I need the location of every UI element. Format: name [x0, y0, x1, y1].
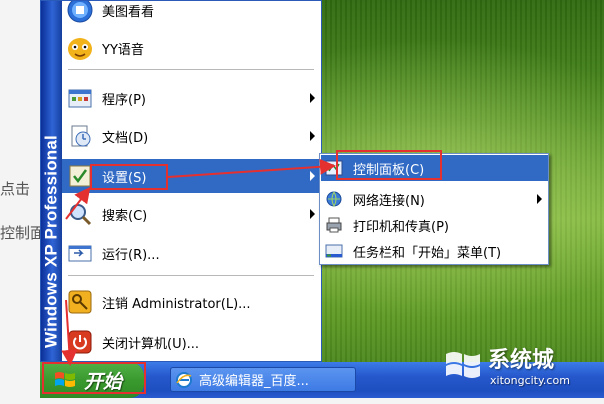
meitu-viewer-icon	[67, 1, 93, 23]
menu-item-programs[interactable]: 程序(P)	[62, 81, 321, 115]
printers-faxes-icon	[326, 217, 342, 233]
watermark-url: xitongcity.com	[490, 374, 570, 387]
menu-item-label: 文档(D)	[102, 130, 149, 146]
submenu-item-printers-faxes[interactable]: 打印机和传真(P)	[321, 212, 548, 238]
menu-item-documents[interactable]: 文档(D)	[62, 119, 321, 153]
side-banner-text: Windows XP Professional	[41, 135, 61, 348]
submenu-arrow-icon	[537, 194, 542, 204]
watermark-title: 系统城	[488, 348, 555, 373]
yy-voice-icon	[68, 38, 92, 60]
submenu-arrow-icon	[310, 209, 315, 219]
programs-icon	[68, 89, 92, 108]
logoff-icon	[68, 290, 92, 314]
internet-explorer-icon	[176, 371, 192, 388]
menu-item-search[interactable]: 搜索(C)	[62, 197, 321, 231]
menu-item-label: 注销 Administrator(L)...	[102, 296, 251, 312]
shutdown-icon	[68, 330, 92, 354]
start-menu: Windows XP Professional 美图看看 YY语音 程序(P) …	[40, 0, 322, 362]
watermark-logo-icon	[446, 352, 480, 378]
start-menu-side-banner: Windows XP Professional	[41, 1, 62, 361]
menu-item-shutdown[interactable]: 关闭计算机(U)...	[62, 325, 321, 359]
taskbar-window-label: 高级编辑器_百度...	[199, 374, 309, 389]
menu-item-meitu[interactable]: 美图看看	[62, 1, 321, 27]
annotation-box-control-panel	[336, 150, 442, 180]
menu-separator	[68, 275, 314, 276]
submenu-arrow-icon	[310, 93, 315, 103]
menu-item-run[interactable]: 运行(R)...	[62, 236, 321, 270]
network-connections-icon	[326, 191, 342, 208]
annotation-box-start-button	[42, 362, 146, 394]
menu-item-label: 美图看看	[102, 4, 155, 20]
menu-item-yy-voice[interactable]: YY语音	[62, 31, 321, 65]
run-icon	[68, 245, 92, 262]
menu-item-label: 关闭计算机(U)...	[102, 336, 200, 352]
watermark: 系统城 xitongcity.com	[438, 340, 588, 396]
submenu-item-network-connections[interactable]: 网络连接(N)	[321, 186, 548, 212]
menu-item-label: YY语音	[102, 42, 144, 58]
submenu-arrow-icon	[310, 171, 315, 181]
background-text-fragment: 点击	[0, 180, 31, 198]
taskbar-window-button[interactable]: 高级编辑器_百度...	[170, 367, 356, 392]
menu-separator	[68, 69, 314, 70]
annotation-box-settings	[90, 164, 168, 190]
submenu-item-taskbar-start-menu[interactable]: 任务栏和「开始」菜单(T)	[321, 238, 548, 264]
submenu-item-label: 网络连接(N)	[353, 193, 425, 209]
submenu-arrow-icon	[310, 131, 315, 141]
submenu-item-label: 任务栏和「开始」菜单(T)	[353, 245, 502, 261]
menu-item-label: 运行(R)...	[102, 247, 160, 263]
submenu-item-label: 打印机和传真(P)	[353, 219, 449, 235]
search-icon	[70, 204, 92, 226]
taskbar-start-menu-icon	[325, 244, 343, 258]
background-text-fragment: 控制面	[0, 224, 46, 242]
menu-item-label: 搜索(C)	[102, 208, 148, 224]
documents-icon	[71, 125, 91, 147]
menu-item-label: 程序(P)	[102, 92, 146, 108]
menu-item-logoff[interactable]: 注销 Administrator(L)...	[62, 285, 321, 319]
